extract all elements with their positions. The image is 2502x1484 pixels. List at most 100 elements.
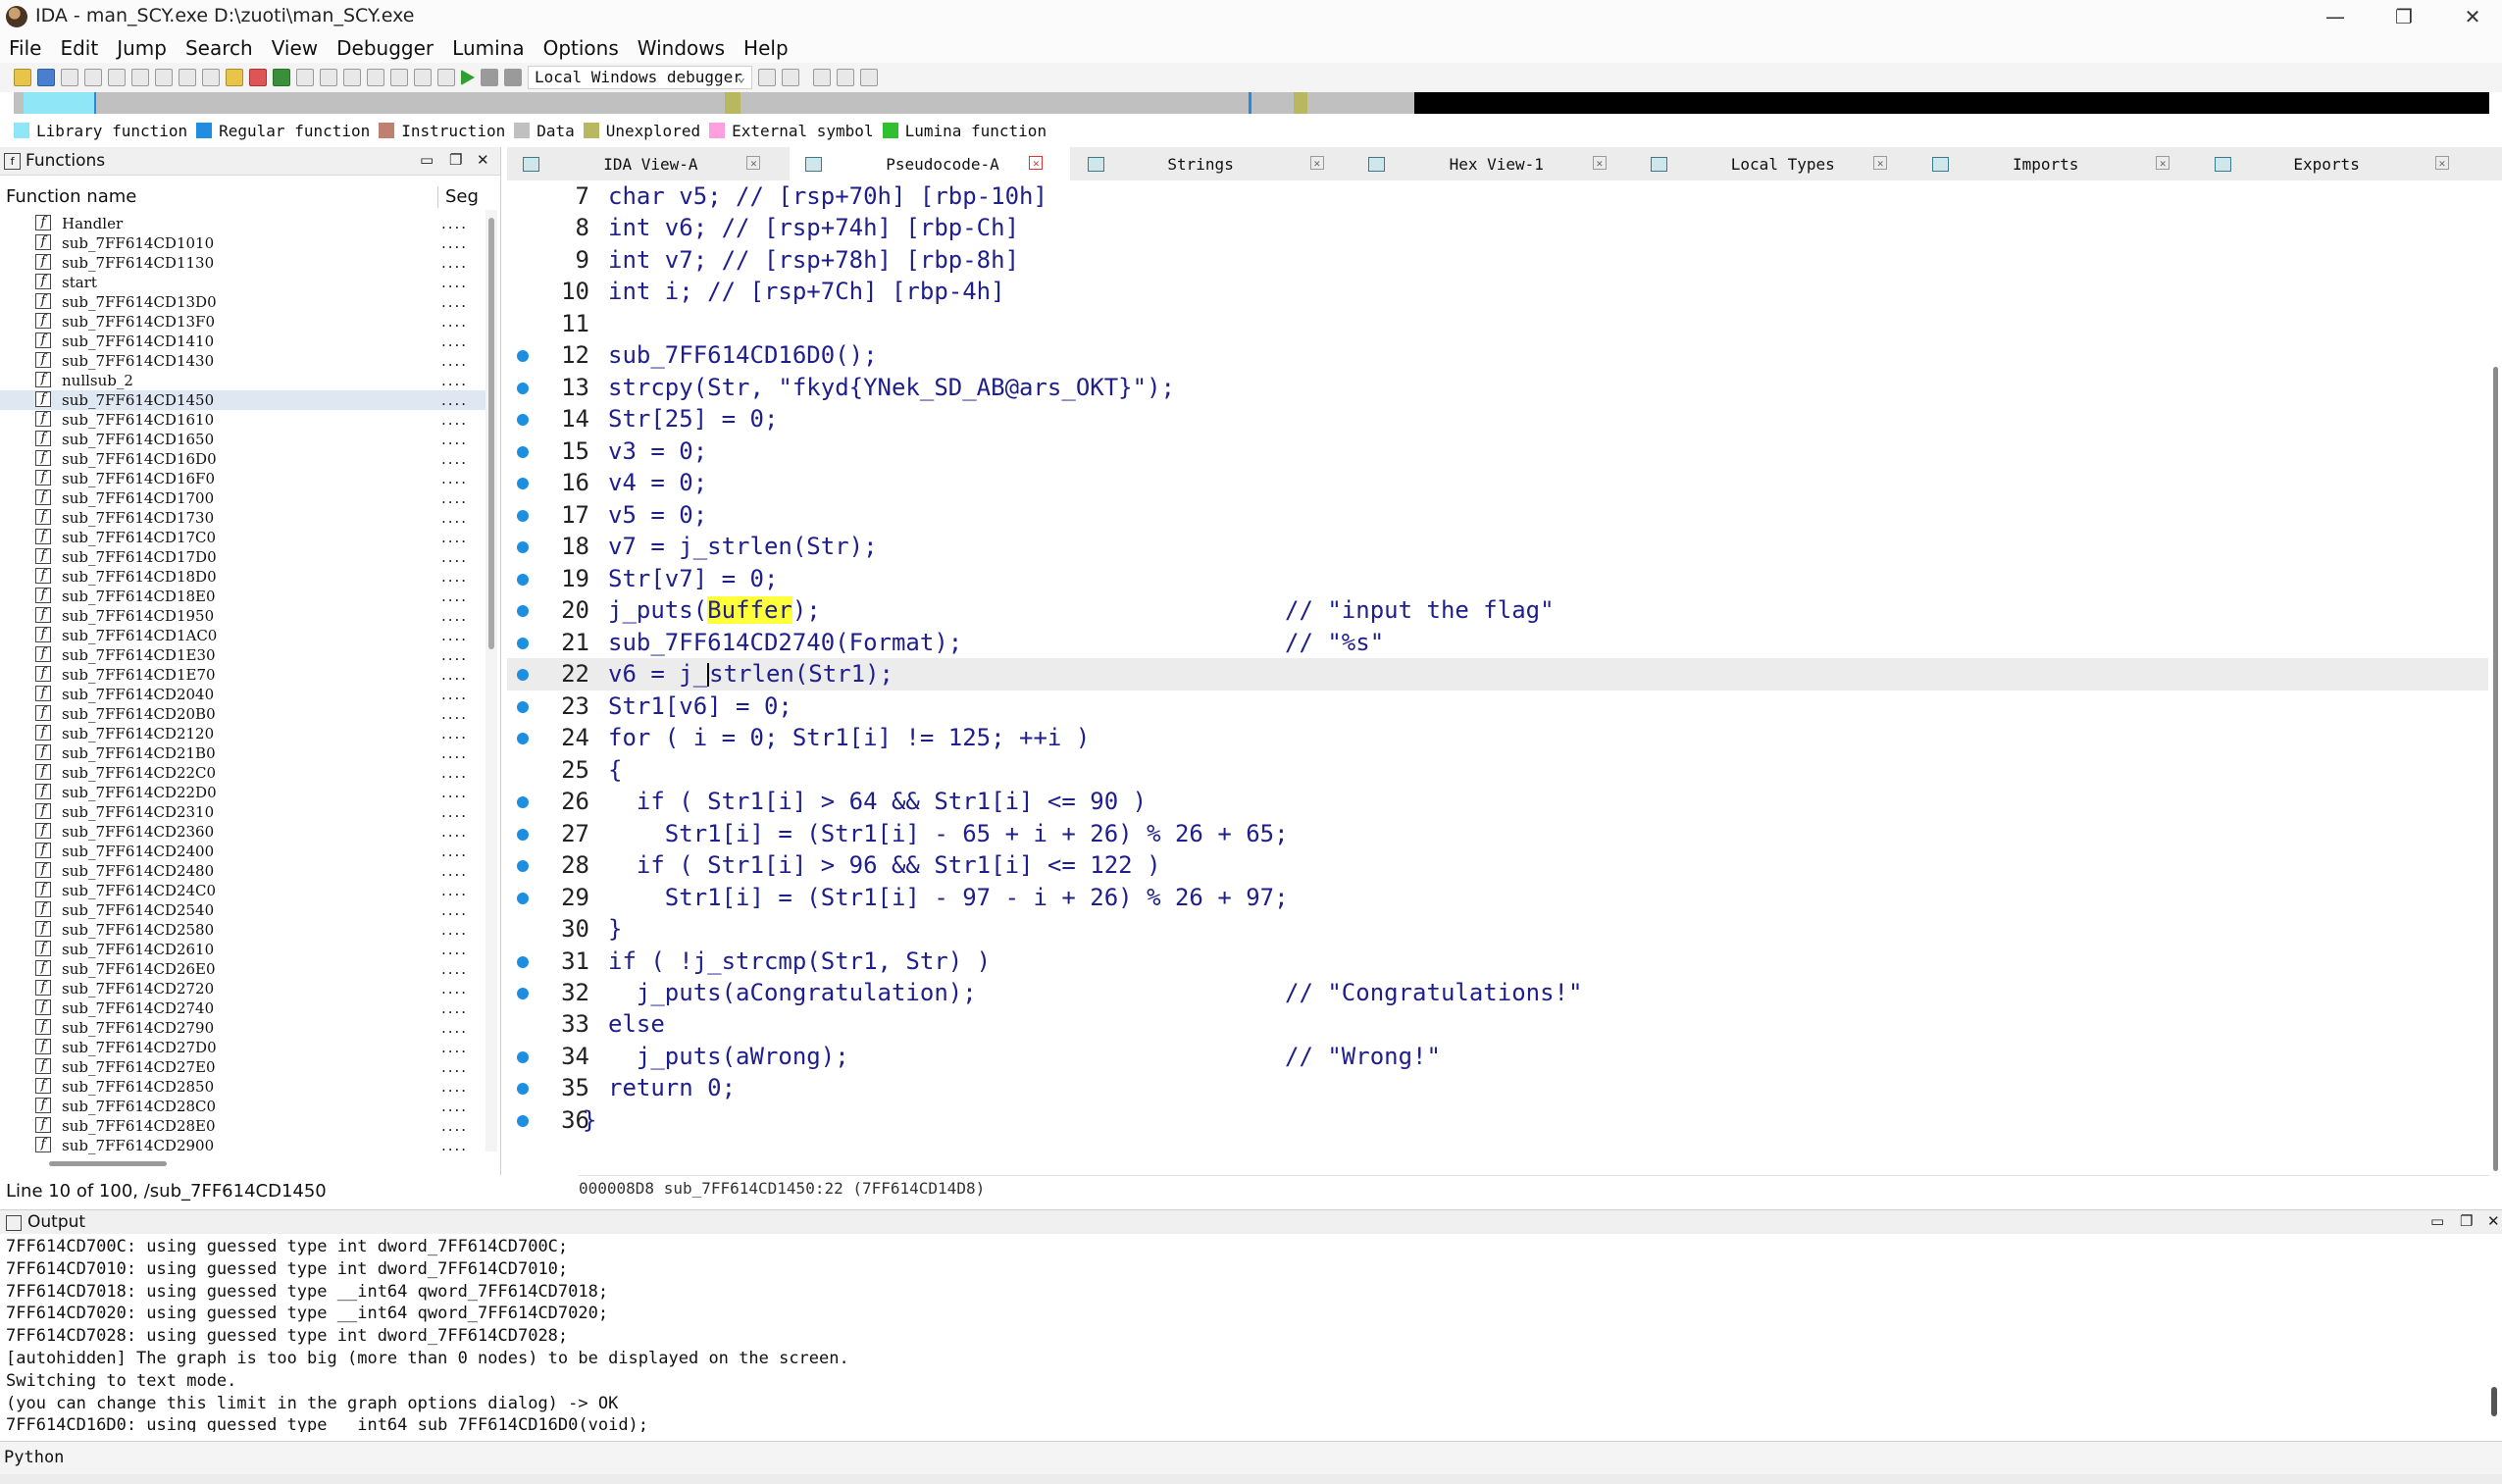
function-row[interactable]: f sub_7FF614CD17D0.... — [0, 547, 485, 567]
code-line[interactable]: 23 Str1[v6] = 0; — [507, 691, 2488, 723]
function-row[interactable]: f sub_7FF614CD18D0.... — [0, 567, 485, 587]
code-line[interactable]: 16 v4 = 0; — [507, 467, 2488, 499]
function-row[interactable]: f sub_7FF614CD28E0.... — [0, 1116, 485, 1136]
function-row[interactable]: f sub_7FF614CD1730.... — [0, 508, 485, 528]
code-line[interactable]: 24 for ( i = 0; Str1[i] != 125; ++i ) — [507, 722, 2488, 754]
nav-icon[interactable] — [108, 69, 126, 86]
function-row[interactable]: f sub_7FF614CD21B0.... — [0, 743, 485, 763]
menu-edit[interactable]: Edit — [51, 36, 108, 60]
code-line[interactable]: 18 v7 = j_strlen(Str); — [507, 531, 2488, 563]
function-row[interactable]: f sub_7FF614CD2740.... — [0, 998, 485, 1018]
output-close-icon[interactable]: ✕ — [2487, 1212, 2500, 1230]
graph-icon[interactable] — [131, 69, 149, 86]
function-row[interactable]: f sub_7FF614CD16F0.... — [0, 469, 485, 488]
function-row[interactable]: f sub_7FF614CD13F0.... — [0, 312, 485, 332]
pseudocode-scroll-thumb[interactable] — [2493, 367, 2498, 1171]
function-row[interactable]: f sub_7FF614CD27E0.... — [0, 1057, 485, 1077]
code-line[interactable]: 36} — [507, 1104, 2488, 1137]
panel-close-icon[interactable]: ✕ — [477, 151, 489, 169]
breakpoint-dot-icon[interactable] — [517, 700, 529, 713]
breakpoint-dot-icon[interactable] — [517, 541, 529, 554]
jump-icon[interactable] — [202, 69, 220, 86]
breakpoint-dot-icon[interactable] — [517, 860, 529, 873]
function-row[interactable]: f sub_7FF614CD2480.... — [0, 861, 485, 881]
list-icon[interactable] — [860, 69, 878, 86]
function-row[interactable]: f sub_7FF614CD1AC0.... — [0, 626, 485, 645]
undefine-icon[interactable] — [414, 69, 432, 86]
pseudocode-view[interactable]: 7 char v5; // [rsp+70h] [rbp-10h] 8 int v6;… — [507, 180, 2502, 1185]
python-button[interactable]: Python — [4, 1448, 64, 1467]
breakpoint-dot-icon[interactable] — [517, 350, 529, 363]
tab-pseudocode-a[interactable]: Pseudocode-A ✕ — [790, 147, 1071, 180]
breakpoint-dot-icon[interactable] — [517, 669, 529, 682]
forward-icon[interactable] — [84, 69, 102, 86]
highlighted-symbol[interactable]: Buffer — [707, 596, 792, 625]
output-scroll-thumb[interactable] — [2491, 1387, 2497, 1416]
detach-icon[interactable] — [782, 69, 799, 86]
breakpoint-dot-icon[interactable] — [517, 414, 529, 427]
code-line[interactable]: 10 int i; // [rsp+7Ch] [rbp-4h] — [507, 276, 2488, 308]
menu-jump[interactable]: Jump — [108, 36, 177, 60]
code-line[interactable]: 26 if ( Str1[i] > 64 && Str1[i] <= 90 ) — [507, 786, 2488, 818]
tab-close-icon[interactable]: ✕ — [1309, 156, 1324, 170]
text-icon[interactable] — [226, 69, 243, 86]
code-line[interactable]: 30} — [507, 913, 2488, 946]
breakpoint-icon[interactable] — [249, 69, 267, 86]
code-line[interactable]: 33 else — [507, 1008, 2488, 1041]
breakpoint-dot-icon[interactable] — [517, 1114, 529, 1127]
function-row[interactable]: f sub_7FF614CD16D0.... — [0, 449, 485, 469]
close-window-button[interactable]: ✕ — [2443, 0, 2502, 33]
col-function-name[interactable]: Function name — [6, 186, 136, 207]
tab-ida-view-a[interactable]: IDA View-A ✕ — [507, 147, 788, 180]
panel-float-icon[interactable]: ❐ — [449, 151, 462, 169]
code-line[interactable]: 28 if ( Str1[i] > 96 && Str1[i] <= 122 ) — [507, 849, 2488, 882]
breakpoint-dot-icon[interactable] — [517, 382, 529, 394]
function-row[interactable]: f sub_7FF614CD2120.... — [0, 724, 485, 743]
tab-close-icon[interactable]: ✕ — [2434, 156, 2449, 170]
breakpoint-dot-icon[interactable] — [517, 988, 529, 999]
code-line[interactable]: 17 v5 = 0; — [507, 499, 2488, 532]
function-row[interactable]: f sub_7FF614CD2610.... — [0, 940, 485, 959]
functions-hscroll-thumb[interactable] — [49, 1161, 167, 1166]
function-row[interactable]: f sub_7FF614CD1450.... — [0, 390, 485, 410]
debugger-select[interactable]: Local Windows debugger ⌄ — [528, 66, 752, 89]
function-row[interactable]: f sub_7FF614CD1650.... — [0, 430, 485, 449]
tab-close-icon[interactable]: ✕ — [1592, 156, 1607, 170]
breakpoint-dot-icon[interactable] — [517, 796, 529, 809]
maximize-button[interactable]: ❐ — [2374, 0, 2433, 33]
functions-scroll-thumb[interactable] — [488, 218, 494, 649]
minimize-button[interactable]: — — [2306, 0, 2365, 33]
back-icon[interactable] — [61, 69, 78, 86]
code-line[interactable]: 25 { — [507, 754, 2488, 787]
menu-view[interactable]: View — [263, 36, 328, 60]
function-row[interactable]: f sub_7FF614CD26E0.... — [0, 959, 485, 979]
function-row[interactable]: f sub_7FF614CD1950.... — [0, 606, 485, 626]
code-line[interactable]: 20 j_puts(Buffer); // "input the flag" — [507, 594, 2488, 627]
windows-icon[interactable] — [837, 69, 854, 86]
function-row[interactable]: f sub_7FF614CD2360.... — [0, 822, 485, 842]
pause-icon[interactable] — [481, 69, 498, 86]
attach-icon[interactable] — [758, 69, 776, 86]
code-line[interactable]: 35 return 0; — [507, 1072, 2488, 1104]
tab-close-icon[interactable]: ✕ — [1873, 156, 1888, 170]
function-row[interactable]: f sub_7FF614CD2790.... — [0, 1018, 485, 1038]
breakpoint-dot-icon[interactable] — [517, 445, 529, 458]
menu-debugger[interactable]: Debugger — [328, 36, 443, 60]
function-row[interactable]: f sub_7FF614CD1130.... — [0, 253, 485, 273]
function-row[interactable]: f sub_7FF614CD18E0.... — [0, 587, 485, 606]
breakpoint-dot-icon[interactable] — [517, 892, 529, 904]
save-icon[interactable] — [37, 69, 55, 86]
function-row[interactable]: f sub_7FF614CD27D0.... — [0, 1038, 485, 1057]
menu-file[interactable]: File — [0, 36, 51, 60]
function-row[interactable]: f sub_7FF614CD1610.... — [0, 410, 485, 430]
hex-icon[interactable] — [155, 69, 173, 86]
column-divider[interactable] — [437, 186, 438, 208]
stop-icon[interactable] — [504, 69, 522, 86]
breakpoint-dot-icon[interactable] — [517, 733, 529, 745]
code-line[interactable]: 21 sub_7FF614CD2740(Format); // "%s" — [507, 627, 2488, 659]
function-row[interactable]: f sub_7FF614CD2040.... — [0, 685, 485, 704]
array-icon[interactable] — [390, 69, 408, 86]
code-line[interactable]: 22 v6 = j_strlen(Str1); — [507, 658, 2488, 691]
output-restore-icon[interactable]: ▭ — [2430, 1212, 2444, 1230]
code-icon[interactable] — [296, 69, 314, 86]
